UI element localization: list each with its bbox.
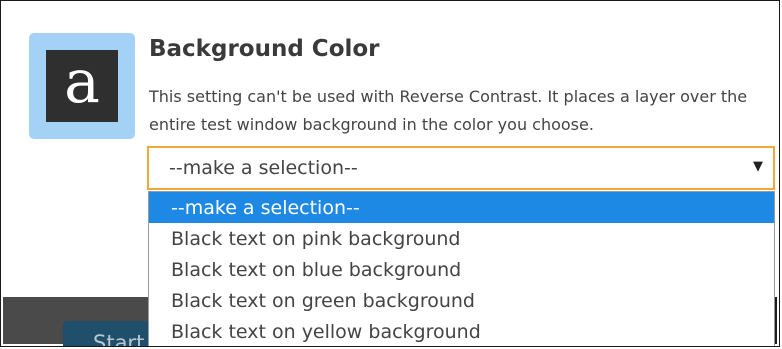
background-color-select[interactable]: --make a selection-- ▼ [147,146,775,190]
start-button-label: Start [93,331,145,347]
letter-a-icon: a [29,33,135,139]
select-dropdown-list: --make a selection-- Black text on pink … [148,191,775,346]
select-option-default[interactable]: --make a selection-- [149,192,774,223]
setting-title: Background Color [149,36,380,62]
select-option-green[interactable]: Black text on green background [149,285,774,316]
settings-window: Start a Background Color This setting ca… [0,0,780,347]
select-option-pink[interactable]: Black text on pink background [149,223,774,254]
select-current-value: --make a selection-- [169,157,358,179]
select-option-yellow[interactable]: Black text on yellow background [149,316,774,346]
setting-description: This setting can't be used with Reverse … [149,87,748,134]
chevron-down-icon[interactable]: ▼ [753,159,763,174]
select-option-blue[interactable]: Black text on blue background [149,254,774,285]
letter-a-icon-inner: a [46,50,118,122]
logo-letter: a [64,47,100,117]
